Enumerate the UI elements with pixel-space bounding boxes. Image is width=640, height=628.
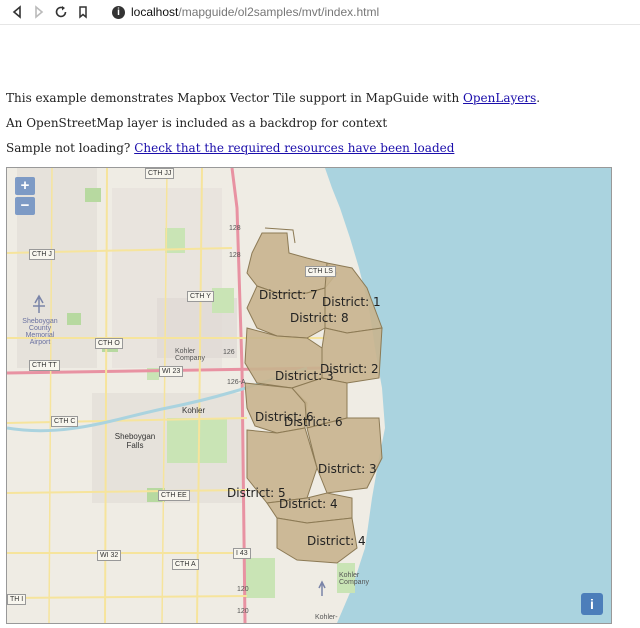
route-number: 128 xyxy=(229,225,241,232)
district-label: District: 5 xyxy=(227,486,286,500)
url-host: localhost xyxy=(131,5,179,19)
place-label: Kohler Company xyxy=(175,348,205,362)
place-label: Sheboygan Falls xyxy=(114,432,156,450)
url-path: /mapguide/ol2samples/mvt/index.html xyxy=(178,5,380,19)
intro-end: . xyxy=(536,91,541,105)
sample-paragraph: Sample not loading? Check that the requi… xyxy=(6,141,454,155)
attribution-button[interactable]: i xyxy=(581,593,603,615)
forward-button[interactable] xyxy=(28,1,50,23)
district-label: District: 6 xyxy=(284,415,343,429)
openlayers-link[interactable]: OpenLayers xyxy=(463,91,536,105)
road-label: CTH JJ xyxy=(145,168,175,179)
district-label: District: 1 xyxy=(322,295,381,309)
route-number: 128 xyxy=(229,252,241,259)
zoom-out-button[interactable]: − xyxy=(15,197,35,215)
zoom-control: + − xyxy=(15,177,35,215)
place-label: Kohler xyxy=(182,406,206,415)
district-label: District: 7 xyxy=(259,288,318,302)
road-label: CTH C xyxy=(51,416,79,427)
address-bar[interactable]: i localhost/mapguide/ol2samples/mvt/inde… xyxy=(112,3,379,21)
route-number: 120 xyxy=(237,586,249,593)
district-label: District: 4 xyxy=(307,534,366,548)
bookmark-button[interactable] xyxy=(72,1,94,23)
zoom-in-button[interactable]: + xyxy=(15,177,35,195)
bookmark-icon xyxy=(79,6,87,19)
back-icon xyxy=(12,5,21,19)
district-label: District: 3 xyxy=(275,369,334,383)
road-label: CTH EE xyxy=(158,490,190,501)
district-label: District: 8 xyxy=(290,311,349,325)
site-info-icon[interactable]: i xyxy=(112,5,125,19)
route-number: 126 xyxy=(223,349,235,356)
district-label: District: 4 xyxy=(279,497,338,511)
route-number: 126-A xyxy=(227,379,246,386)
place-label: Kohler- xyxy=(315,614,338,621)
road-label: CTH O xyxy=(95,338,123,349)
district-label: District: 3 xyxy=(318,462,377,476)
back-button[interactable] xyxy=(6,1,28,23)
road-label: CTH A xyxy=(172,559,199,570)
route-number: 120 xyxy=(237,608,249,615)
road-label: WI 23 xyxy=(159,366,184,377)
browser-toolbar: i localhost/mapguide/ol2samples/mvt/inde… xyxy=(0,0,640,25)
intro-text: This example demonstrates Mapbox Vector … xyxy=(6,91,464,105)
osm-paragraph: An OpenStreetMap layer is included as a … xyxy=(6,116,388,130)
resources-link[interactable]: Check that the required resources have b… xyxy=(134,141,454,155)
road-label: CTH Y xyxy=(187,291,214,302)
sample-text: Sample not loading? xyxy=(6,141,135,155)
forward-icon xyxy=(35,5,44,19)
map-viewport[interactable]: CTH JJ CTH J CTH Y CTH O CTH TT WI 23 CT… xyxy=(6,167,612,624)
road-label: TH I xyxy=(7,594,27,605)
road-label: CTH LS xyxy=(305,266,336,277)
road-label: CTH TT xyxy=(29,360,60,371)
road-label: WI 32 xyxy=(97,550,122,561)
road-label: CTH J xyxy=(29,249,55,260)
road-label: I 43 xyxy=(233,548,251,559)
intro-paragraph: This example demonstrates Mapbox Vector … xyxy=(6,91,540,105)
place-label: Kohler Company xyxy=(339,572,369,586)
reload-icon xyxy=(55,6,67,18)
place-label: Sheboygan County Memorial Airport xyxy=(22,318,58,346)
reload-button[interactable] xyxy=(50,1,72,23)
